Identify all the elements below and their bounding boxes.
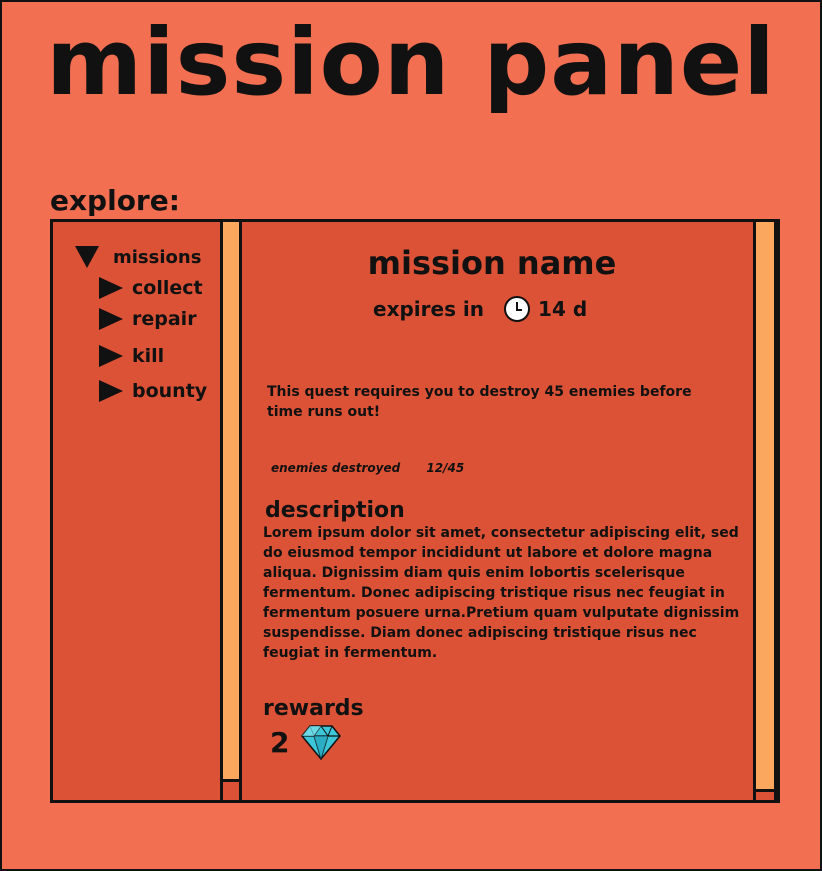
play-triangle-icon xyxy=(99,345,123,367)
mission-progress: enemies destroyed 12/45 xyxy=(271,461,464,475)
mission-tree: missions collect repair kill bounty xyxy=(53,222,220,800)
tree-item-label: repair xyxy=(132,308,197,330)
expires-value: 14 d xyxy=(538,297,588,321)
expires-label: expires in xyxy=(373,297,485,321)
reward-item: 2 xyxy=(270,724,342,760)
tree-item-label: bounty xyxy=(132,380,208,402)
tree-item-bounty[interactable]: bounty xyxy=(99,380,207,402)
description-text: Lorem ipsum dolor sit amet, consectetur … xyxy=(263,525,740,661)
progress-label: enemies destroyed xyxy=(271,461,401,475)
diamond-gem-icon xyxy=(301,725,342,760)
quest-summary: This quest requires you to destroy 45 en… xyxy=(267,384,692,420)
details-scrollbar-thumb[interactable] xyxy=(756,222,774,792)
tree-node-missions[interactable]: missions xyxy=(75,246,201,268)
mission-panel-window: mission panel explore: missions collect … xyxy=(0,0,822,871)
tree-scrollbar[interactable] xyxy=(220,222,242,800)
page-title: mission panel xyxy=(46,9,776,116)
play-triangle-icon xyxy=(99,380,123,402)
description-heading: description xyxy=(265,498,405,523)
clock-icon xyxy=(504,296,531,322)
tree-item-label: collect xyxy=(132,277,203,299)
tree-item-repair[interactable]: repair xyxy=(99,308,197,330)
progress-value: 12/45 xyxy=(426,461,465,475)
mission-expiry: expires in 14 d xyxy=(373,296,587,322)
explore-label: explore: xyxy=(50,184,180,217)
details-scrollbar[interactable] xyxy=(753,222,777,800)
tree-item-label: kill xyxy=(132,345,165,367)
tree-scrollbar-thumb[interactable] xyxy=(223,222,239,782)
tree-item-kill[interactable]: kill xyxy=(99,345,164,367)
play-triangle-icon xyxy=(99,308,123,330)
mission-name: mission name xyxy=(367,244,617,282)
rewards-heading: rewards xyxy=(263,696,364,721)
tree-node-label: missions xyxy=(113,246,202,268)
mission-browser-panel: missions collect repair kill bounty miss… xyxy=(50,219,780,803)
reward-count: 2 xyxy=(270,725,290,759)
tree-item-collect[interactable]: collect xyxy=(99,277,203,299)
play-triangle-icon xyxy=(99,277,123,299)
expand-triangle-icon[interactable] xyxy=(75,246,99,268)
